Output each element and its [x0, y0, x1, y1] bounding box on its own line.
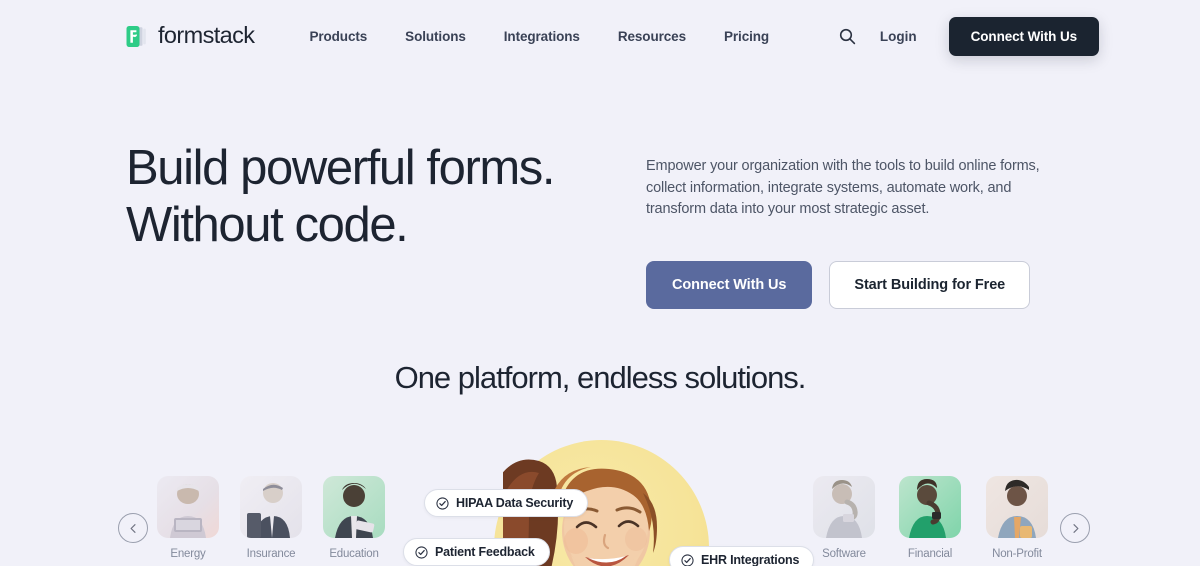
- industry-carousel: Energy Insurance Education Software Fina…: [0, 435, 1200, 566]
- pill-label-patient-feedback: Patient Feedback: [435, 545, 535, 559]
- nav-item-products[interactable]: Products: [290, 21, 386, 52]
- check-circle-icon: [681, 553, 694, 566]
- header-connect-with-us-button[interactable]: Connect With Us: [948, 16, 1099, 56]
- site-header: formstack Products Solutions Integration…: [0, 0, 1200, 72]
- login-link[interactable]: Login: [880, 29, 917, 44]
- hero-subtitle: Empower your organization with the tools…: [646, 158, 1040, 217]
- solutions-heading: One platform, endless solutions.: [394, 360, 807, 395]
- header-actions: Login Connect With Us: [832, 16, 1099, 56]
- pill-label-ehr-integrations: EHR Integrations: [701, 553, 800, 566]
- hero-start-building-button[interactable]: Start Building for Free: [829, 260, 1031, 309]
- carousel-prev-button[interactable]: [118, 513, 148, 543]
- carousel-center-stage: [0, 435, 1200, 566]
- hero-cta-group: Connect With Us Start Building for Free: [646, 260, 1066, 309]
- hero-copy: Build powerful forms. Without code.: [126, 140, 626, 309]
- hero-title: Build powerful forms. Without code.: [126, 140, 626, 254]
- search-button[interactable]: [832, 20, 864, 52]
- nav-item-integrations[interactable]: Integrations: [485, 21, 599, 52]
- hero-section: Build powerful forms. Without code. Empo…: [0, 140, 1200, 309]
- brand-name: formstack: [158, 22, 255, 49]
- chevron-right-icon: [1072, 523, 1078, 533]
- primary-navigation: Products Solutions Integrations Resource…: [290, 21, 788, 52]
- carousel-next-button[interactable]: [1060, 513, 1090, 543]
- search-icon: [840, 28, 856, 44]
- pill-hipaa-data-security[interactable]: HIPAA Data Security: [424, 489, 589, 517]
- nav-item-pricing[interactable]: Pricing: [705, 21, 788, 52]
- brand-logo[interactable]: formstack: [126, 22, 255, 49]
- formstack-logo-icon: [126, 25, 149, 48]
- nav-item-resources[interactable]: Resources: [599, 21, 705, 52]
- pill-patient-feedback[interactable]: Patient Feedback: [403, 538, 550, 566]
- nav-item-solutions[interactable]: Solutions: [386, 21, 485, 52]
- pill-ehr-integrations[interactable]: EHR Integrations: [669, 546, 815, 566]
- hero-title-line-2: Without code.: [126, 198, 409, 252]
- hero-connect-with-us-button[interactable]: Connect With Us: [646, 260, 813, 309]
- hero-title-line-1: Build powerful forms.: [126, 141, 556, 195]
- chevron-left-icon: [130, 523, 136, 533]
- check-circle-icon: [436, 496, 449, 510]
- pill-label-hipaa: HIPAA Data Security: [456, 496, 574, 510]
- check-circle-icon: [415, 545, 428, 559]
- hero-side: Empower your organization with the tools…: [646, 140, 1066, 309]
